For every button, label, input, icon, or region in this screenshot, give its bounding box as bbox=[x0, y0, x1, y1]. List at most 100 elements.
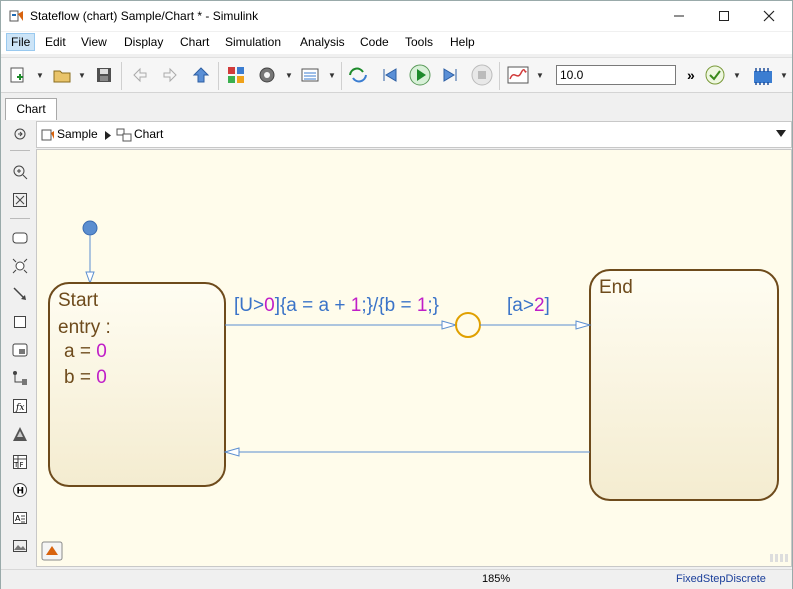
state-tool[interactable] bbox=[11, 229, 29, 247]
menu-analysis[interactable]: Analysis bbox=[300, 35, 345, 49]
annotation-tool[interactable]: A bbox=[11, 509, 29, 527]
annotation-icon: A bbox=[13, 512, 27, 524]
maximize-button[interactable] bbox=[701, 1, 747, 31]
simulink-function-tool[interactable] bbox=[11, 425, 29, 443]
solver-link[interactable]: FixedStepDiscrete bbox=[676, 573, 766, 585]
back-button[interactable] bbox=[129, 64, 151, 86]
action-b-value: 0 bbox=[96, 367, 107, 388]
model-explorer-button[interactable] bbox=[299, 64, 321, 86]
library-browser-icon bbox=[228, 67, 244, 83]
resize-grip-icon[interactable] bbox=[770, 554, 788, 562]
image-icon bbox=[13, 540, 27, 552]
subchart-tool-icon bbox=[12, 343, 28, 357]
default-transition-icon bbox=[13, 371, 27, 385]
state-start-name: Start bbox=[58, 290, 99, 311]
zoom-in-button[interactable] bbox=[11, 163, 29, 181]
forward-button[interactable] bbox=[159, 64, 181, 86]
zoom-level: 185% bbox=[482, 573, 511, 585]
menu-display[interactable]: Display bbox=[124, 35, 163, 49]
transition2-label[interactable]: [a>2] bbox=[507, 295, 550, 316]
image-tool[interactable] bbox=[11, 537, 29, 555]
step-forward-button[interactable] bbox=[439, 64, 461, 86]
build-dropdown-icon[interactable]: ▼ bbox=[780, 71, 788, 80]
menu-code[interactable]: Code bbox=[360, 35, 389, 49]
menu-view[interactable]: View bbox=[81, 35, 107, 49]
breadcrumb-sample[interactable]: Sample bbox=[57, 127, 98, 141]
model-advisor-button[interactable] bbox=[704, 64, 726, 86]
stop-button[interactable] bbox=[471, 64, 493, 86]
simulink-function-icon bbox=[13, 427, 27, 441]
library-browser-button[interactable] bbox=[225, 64, 247, 86]
svg-text:fx: fx bbox=[15, 403, 24, 413]
model-icon bbox=[41, 129, 54, 141]
breadcrumb-chart[interactable]: Chart bbox=[134, 127, 163, 141]
transition-tool-icon bbox=[13, 287, 26, 300]
history-junction-tool[interactable]: H bbox=[11, 481, 29, 499]
up-button[interactable] bbox=[190, 64, 212, 86]
build-button[interactable] bbox=[752, 64, 774, 86]
function-tool[interactable]: fx bbox=[11, 397, 29, 415]
state-end[interactable] bbox=[589, 269, 779, 501]
t2-part2: ] bbox=[545, 295, 550, 316]
junction-tool[interactable] bbox=[11, 257, 29, 275]
fit-view-button[interactable] bbox=[11, 191, 29, 209]
transition1-label[interactable]: [U>0]{a = a + 1;}/{b = 1;} bbox=[234, 295, 439, 316]
state-start-action-b: b = 0 bbox=[64, 367, 107, 388]
model-config-button[interactable] bbox=[256, 64, 278, 86]
menu-edit[interactable]: Edit bbox=[45, 35, 66, 49]
breadcrumb-dropdown-icon[interactable] bbox=[776, 130, 786, 138]
new-model-button[interactable] bbox=[7, 64, 29, 86]
breadcrumb-separator-icon bbox=[105, 131, 111, 140]
box-tool[interactable] bbox=[11, 313, 29, 331]
t1-part2: ]{a = a + bbox=[275, 295, 351, 316]
more-toolbar-button[interactable]: » bbox=[687, 67, 695, 83]
data-inspector-button[interactable] bbox=[507, 64, 529, 86]
back-icon bbox=[133, 67, 147, 83]
menu-help[interactable]: Help bbox=[450, 35, 475, 49]
subchart-tool[interactable] bbox=[11, 341, 29, 359]
open-dropdown-icon[interactable]: ▼ bbox=[78, 71, 86, 80]
t1-num2: 1 bbox=[351, 295, 362, 316]
chart-canvas[interactable]: Start entry : a = 0 b = 0 End [U>0]{a = … bbox=[36, 149, 792, 567]
t1-part3: ;}/{b = bbox=[361, 295, 416, 316]
truth-table-tool[interactable]: FT bbox=[11, 453, 29, 471]
transition1-arrow-icon bbox=[441, 320, 458, 330]
hide-show-button[interactable] bbox=[11, 125, 29, 143]
transition-tool[interactable] bbox=[11, 285, 29, 303]
open-button[interactable] bbox=[51, 64, 73, 86]
stateflow-app-icon bbox=[9, 10, 23, 22]
model-advisor-dropdown-icon[interactable]: ▼ bbox=[733, 71, 741, 80]
model-config-dropdown-icon[interactable]: ▼ bbox=[285, 71, 293, 80]
menu-chart[interactable]: Chart bbox=[180, 35, 209, 49]
svg-text:F: F bbox=[20, 461, 24, 469]
new-model-dropdown-icon[interactable]: ▼ bbox=[36, 71, 44, 80]
state-start-action-a: a = 0 bbox=[64, 341, 107, 362]
svg-text:T: T bbox=[13, 461, 19, 469]
run-button[interactable] bbox=[409, 64, 431, 86]
save-button[interactable] bbox=[93, 64, 115, 86]
stop-time-input[interactable] bbox=[556, 65, 676, 85]
update-diagram-button[interactable] bbox=[347, 64, 369, 86]
maximize-icon bbox=[719, 11, 729, 21]
menu-file[interactable]: File bbox=[6, 33, 36, 51]
new-model-icon bbox=[10, 67, 24, 83]
menu-tools[interactable]: Tools bbox=[405, 35, 433, 49]
action-b-prefix: b = bbox=[64, 367, 96, 388]
default-transition-dot[interactable] bbox=[82, 220, 98, 236]
data-inspector-dropdown-icon[interactable]: ▼ bbox=[536, 71, 544, 80]
minimize-icon bbox=[674, 15, 684, 17]
step-back-button[interactable] bbox=[379, 64, 401, 86]
minimize-button[interactable] bbox=[656, 1, 702, 31]
step-back-icon bbox=[383, 68, 397, 82]
connective-junction[interactable] bbox=[455, 312, 481, 338]
transition3-arrow-icon bbox=[223, 447, 240, 457]
menu-simulation[interactable]: Simulation bbox=[225, 35, 281, 49]
t1-num1: 0 bbox=[264, 295, 275, 316]
model-explorer-dropdown-icon[interactable]: ▼ bbox=[328, 71, 336, 80]
default-transition-tool[interactable] bbox=[11, 369, 29, 387]
close-button[interactable] bbox=[746, 1, 792, 31]
tab-chart[interactable]: Chart bbox=[5, 98, 57, 120]
box-tool-icon bbox=[14, 316, 26, 328]
svg-text:H: H bbox=[17, 487, 25, 497]
breadcrumb: Sample Chart bbox=[36, 121, 792, 148]
